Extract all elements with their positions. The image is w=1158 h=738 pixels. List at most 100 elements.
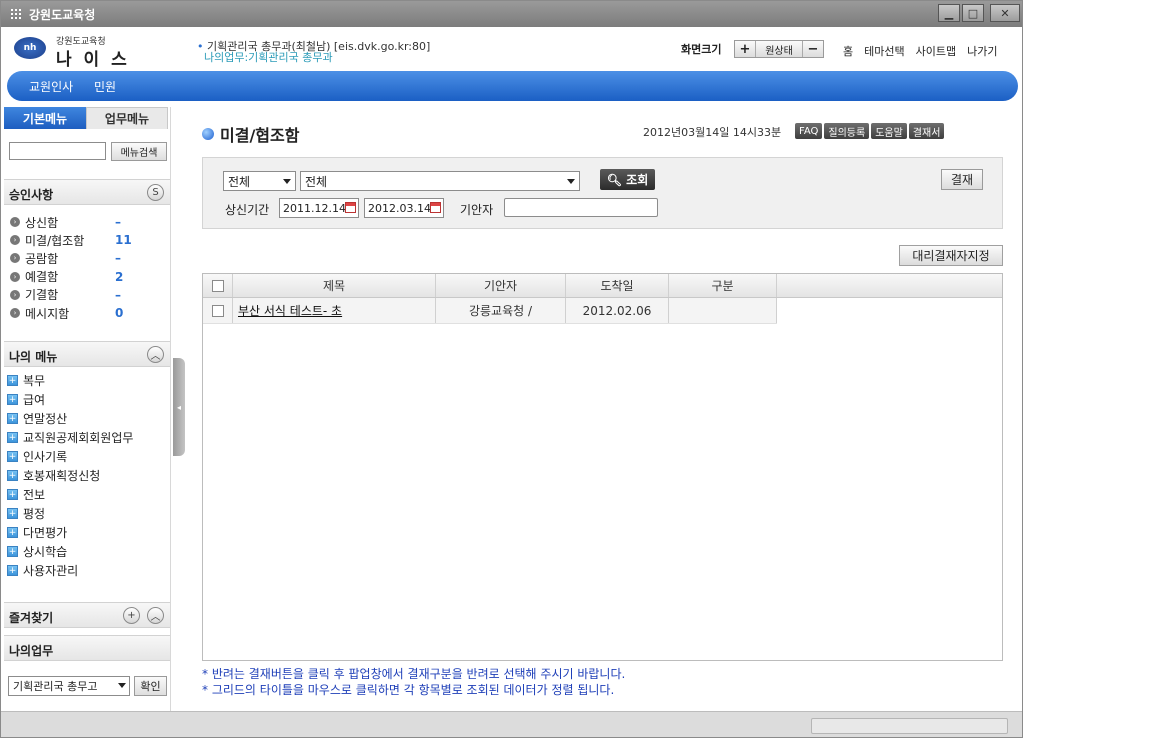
app-window: 강원도교육청 ▁ □ ✕ nh 강원도교육청 나 이 스 • 기획관리국 총무과… bbox=[0, 0, 1023, 738]
screen-size-label: 화면크기 bbox=[681, 43, 722, 56]
plus-box-icon: + bbox=[7, 527, 18, 538]
tab-work-menu[interactable]: 업무메뉴 bbox=[86, 107, 168, 129]
drafter-input[interactable] bbox=[504, 198, 658, 217]
sitemap-link[interactable]: 사이트맵 bbox=[916, 43, 956, 59]
column-drafter[interactable]: 기안자 bbox=[436, 274, 566, 297]
category-select[interactable]: 전체 bbox=[300, 171, 580, 191]
inquiry-button[interactable]: 질의등록 bbox=[824, 123, 870, 139]
approval-section-header: 승인사항 S bbox=[4, 179, 170, 205]
my-work-title: 나의업무 bbox=[9, 644, 54, 658]
my-menu-item[interactable]: + 인사기록 bbox=[7, 447, 133, 466]
home-link[interactable]: 홈 bbox=[843, 43, 853, 59]
approval-doc-button[interactable]: 결재서 bbox=[908, 123, 945, 139]
close-button[interactable]: ✕ bbox=[990, 4, 1020, 22]
approval-item-done[interactable]: › 기결함 – bbox=[10, 286, 132, 304]
screen-size-control: + 원상태 − bbox=[734, 40, 824, 58]
plus-box-icon: + bbox=[7, 565, 18, 576]
column-title[interactable]: 제목 bbox=[233, 274, 436, 297]
tab-basic-menu[interactable]: 기본메뉴 bbox=[4, 107, 86, 129]
arrow-bullet-icon: › bbox=[10, 289, 20, 300]
header: nh 강원도교육청 나 이 스 • 기획관리국 총무과(최철남) [eis.dv… bbox=[1, 27, 1022, 71]
calendar-icon[interactable] bbox=[430, 202, 441, 213]
menu-search-button[interactable]: 메뉴검색 bbox=[111, 142, 167, 161]
dropdown-arrow-icon bbox=[283, 179, 291, 184]
date-to-input[interactable]: 2012.03.14 bbox=[364, 198, 444, 218]
calendar-icon[interactable] bbox=[345, 202, 356, 213]
approval-item-sent[interactable]: › 상신함 – bbox=[10, 213, 132, 231]
menu-search-input[interactable] bbox=[9, 142, 106, 160]
arrow-bullet-icon: › bbox=[10, 253, 20, 264]
zoom-in-button[interactable]: + bbox=[735, 41, 755, 57]
table-row[interactable]: 부산 서식 테스트- 초 강릉교육청 / 2012.02.06 bbox=[203, 298, 777, 324]
collapse-icon[interactable]: ︿ bbox=[147, 607, 164, 624]
my-menu-item[interactable]: + 상시학습 bbox=[7, 542, 133, 561]
column-category[interactable]: 구분 bbox=[669, 274, 777, 297]
arrow-bullet-icon: › bbox=[10, 271, 20, 282]
main-content: 미결/협조함 2012년03월14일 14시33분 FAQ 질의등록 도움말 결… bbox=[188, 107, 1020, 711]
faq-button[interactable]: FAQ bbox=[795, 123, 823, 139]
help-notes: * 반려는 결재버튼을 클릭 후 팝업창에서 결재구분을 반려로 선택해 주시기… bbox=[202, 666, 625, 698]
my-menu-item[interactable]: + 연말정산 bbox=[7, 409, 133, 428]
nav-item-teacher-hr[interactable]: 교원인사 bbox=[29, 78, 73, 95]
row-category bbox=[669, 298, 777, 323]
approval-title: 승인사항 bbox=[9, 188, 54, 202]
sidebar-collapse-handle[interactable]: ◂ bbox=[173, 358, 185, 456]
plus-box-icon: + bbox=[7, 375, 18, 386]
my-menu-title: 나의 메뉴 bbox=[9, 350, 58, 364]
maximize-button[interactable]: □ bbox=[962, 4, 984, 22]
my-menu-item[interactable]: + 급여 bbox=[7, 390, 133, 409]
row-title-link[interactable]: 부산 서식 테스트- 초 bbox=[233, 298, 436, 323]
plus-box-icon: + bbox=[7, 508, 18, 519]
add-favorite-icon[interactable]: + bbox=[123, 607, 140, 624]
type-select[interactable]: 전체 bbox=[223, 171, 296, 191]
theme-link[interactable]: 테마선택 bbox=[864, 43, 904, 59]
my-work-select[interactable]: 기획관리국 총무고 bbox=[8, 676, 130, 696]
approve-button[interactable]: 결재 bbox=[941, 169, 983, 190]
collapse-icon[interactable]: ︿ bbox=[147, 346, 164, 363]
approval-item-scheduled[interactable]: › 예결함 2 bbox=[10, 268, 132, 286]
my-menu-item[interactable]: + 호봉재획정신청 bbox=[7, 466, 133, 485]
my-menu-item[interactable]: + 사용자관리 bbox=[7, 561, 133, 580]
plus-box-icon: + bbox=[7, 451, 18, 462]
arrow-bullet-icon: › bbox=[10, 217, 20, 228]
arrow-bullet-icon: › bbox=[10, 308, 20, 319]
approval-item-pending[interactable]: › 미결/협조함 11 bbox=[10, 231, 132, 249]
select-all-checkbox[interactable] bbox=[203, 274, 233, 297]
my-menu-item[interactable]: + 복무 bbox=[7, 371, 133, 390]
nav-item-civil[interactable]: 민원 bbox=[94, 78, 116, 95]
sidebar: 기본메뉴 업무메뉴 메뉴검색 승인사항 S › 상신함 – › 미결/협조함 11 › 공… bbox=[4, 107, 171, 711]
my-menu-item[interactable]: + 평정 bbox=[7, 504, 133, 523]
neis-logo-icon: nh bbox=[14, 37, 46, 59]
title-bar: 강원도교육청 ▁ □ ✕ bbox=[1, 1, 1022, 27]
proxy-approver-button[interactable]: 대리결재자지정 bbox=[899, 245, 1003, 266]
approval-item-shared[interactable]: › 공람함 – bbox=[10, 249, 132, 267]
my-work-link[interactable]: 나의업무:기획관리국 총무과 bbox=[204, 49, 333, 65]
my-menu-item[interactable]: + 전보 bbox=[7, 485, 133, 504]
grid-header: 제목 기안자 도착일 구분 bbox=[203, 274, 1002, 298]
status-bar bbox=[1, 711, 1022, 737]
arrow-bullet-icon: › bbox=[10, 235, 20, 246]
plus-box-icon: + bbox=[7, 413, 18, 424]
help-button[interactable]: 도움말 bbox=[871, 123, 907, 139]
my-work-confirm-button[interactable]: 확인 bbox=[134, 676, 167, 696]
page-title: 미결/협조함 bbox=[202, 122, 299, 146]
blue-dot-icon bbox=[202, 128, 214, 140]
plus-box-icon: + bbox=[7, 470, 18, 481]
my-menu-item[interactable]: + 다면평가 bbox=[7, 523, 133, 542]
refresh-icon[interactable]: S bbox=[147, 184, 164, 201]
plus-box-icon: + bbox=[7, 546, 18, 557]
row-checkbox[interactable] bbox=[203, 298, 233, 323]
column-arrival[interactable]: 도착일 bbox=[566, 274, 669, 297]
date-from-input[interactable]: 2011.12.14 bbox=[279, 198, 359, 218]
approval-grid: 제목 기안자 도착일 구분 부산 서식 테스트- 초 강릉교육청 / 2012.… bbox=[202, 273, 1003, 661]
approval-item-messages[interactable]: › 메시지함 0 bbox=[10, 304, 132, 322]
favorites-title: 즐겨찾기 bbox=[9, 611, 54, 625]
plus-box-icon: + bbox=[7, 489, 18, 500]
my-menu-item[interactable]: + 교직원공제회회원업무 bbox=[7, 428, 133, 447]
zoom-reset-button[interactable]: 원상태 bbox=[755, 41, 803, 57]
logout-link[interactable]: 나가기 bbox=[967, 43, 997, 59]
search-button[interactable]: 🔍︎ 조회 bbox=[600, 169, 655, 190]
drafter-label: 기안자 bbox=[460, 203, 494, 217]
zoom-out-button[interactable]: − bbox=[803, 41, 823, 57]
minimize-button[interactable]: ▁ bbox=[938, 4, 960, 22]
